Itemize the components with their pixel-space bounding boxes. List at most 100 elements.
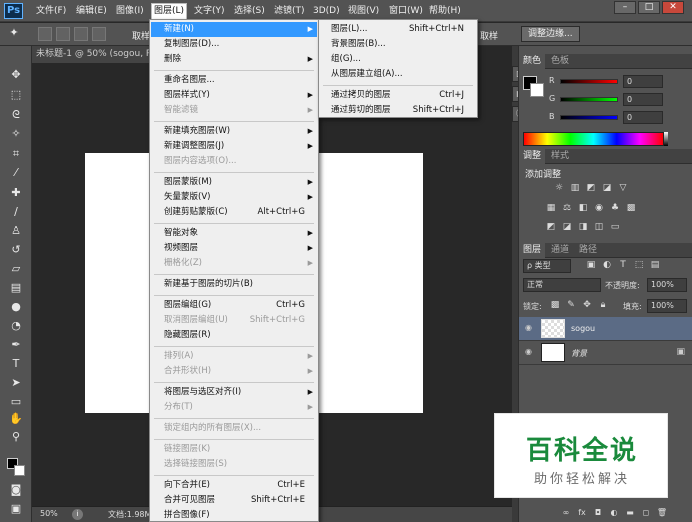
menu-item-smart-filter[interactable]: 智能滤镜 ▶ [151, 103, 317, 118]
menu-image[interactable]: 图像(I) [114, 4, 146, 19]
green-slider[interactable] [560, 97, 618, 102]
type-tool-icon[interactable]: T [8, 357, 24, 371]
tab-swatches[interactable]: 色板 [547, 54, 573, 69]
quick-select-tool-icon[interactable]: ✦ [6, 26, 22, 40]
rectangle-tool-icon[interactable]: ▭ [8, 395, 24, 409]
opacity-input[interactable]: 100% [647, 278, 687, 292]
history-brush-tool-icon[interactable]: ↺ [8, 243, 24, 257]
eye-icon[interactable]: ◉ [525, 347, 535, 357]
gradient-tool-icon[interactable]: ▤ [8, 281, 24, 295]
filter-smart-icon[interactable]: ▤ [649, 260, 661, 271]
menu-item-flatten-image[interactable]: 拼合图像(F) [151, 508, 317, 522]
menu-item-combine-shapes[interactable]: 合并形状(H) ▶ [151, 364, 317, 379]
menu-item-layer-mask[interactable]: 图层蒙版(M) ▶ [151, 175, 317, 190]
menu-edit[interactable]: 编辑(E) [74, 4, 109, 19]
tab-channels[interactable]: 通道 [547, 243, 573, 258]
menu-item-hide-layers[interactable]: 隐藏图层(R) [151, 328, 317, 343]
red-slider[interactable] [560, 79, 618, 84]
zoom-tool-icon[interactable]: ⚲ [8, 430, 24, 444]
menu-item-new-adjustment-layer[interactable]: 新建调整图层(J) ▶ [151, 139, 317, 154]
quick-mask-icon[interactable]: ◙ [8, 483, 24, 497]
menu-item-smart-object[interactable]: 智能对象 ▶ [151, 226, 317, 241]
layer-name[interactable]: 背景 [571, 348, 587, 359]
submenu-item-background-layer[interactable]: 背景图层(B)... [320, 37, 476, 52]
dodge-tool-icon[interactable]: ◔ [8, 319, 24, 333]
menu-item-lock-all-layers-in-group[interactable]: 锁定组内的所有图层(X)... [151, 421, 317, 436]
eyedropper-tool-icon[interactable]: ⁄ [8, 166, 24, 180]
lock-transparent-icon[interactable]: ▩ [549, 300, 561, 311]
background-color-swatch[interactable] [14, 465, 25, 476]
link-layers-icon[interactable]: ∞ [559, 506, 573, 520]
color-lookup-icon[interactable]: ▩ [625, 203, 637, 214]
zoom-level[interactable]: 50% [40, 509, 58, 518]
menu-item-delete[interactable]: 删除 ▶ [151, 52, 317, 67]
menu-item-new[interactable]: 新建(N) ▶ [151, 22, 317, 37]
tab-styles[interactable]: 样式 [547, 149, 573, 164]
blend-mode-select[interactable]: 正常 [523, 278, 601, 292]
menu-item-layer-style[interactable]: 图层样式(Y) ▶ [151, 88, 317, 103]
brush-tool-icon[interactable]: ∕ [8, 205, 24, 219]
minimize-button[interactable]: – [614, 1, 636, 14]
lock-image-icon[interactable]: ✎ [565, 300, 577, 311]
menu-layer[interactable]: 图层(L) [151, 3, 188, 20]
exposure-icon[interactable]: ◪ [601, 183, 613, 194]
photo-filter-icon[interactable]: ◉ [593, 203, 605, 214]
fill-input[interactable]: 100% [647, 299, 687, 313]
restore-button[interactable]: □ [638, 1, 660, 14]
menu-help[interactable]: 帮助(H) [427, 4, 463, 19]
black-white-icon[interactable]: ◧ [577, 203, 589, 214]
menu-item-group-layers[interactable]: 图层编组(G) Ctrl+G [151, 298, 317, 313]
menu-item-video-layer[interactable]: 视频图层 ▶ [151, 241, 317, 256]
menu-type[interactable]: 文字(Y) [192, 4, 227, 19]
tab-adjustments[interactable]: 调整 [519, 149, 546, 164]
color-spectrum[interactable] [523, 132, 664, 146]
menu-item-merge-down[interactable]: 向下合并(E) Ctrl+E [151, 478, 317, 493]
menu-3d[interactable]: 3D(D) [311, 4, 342, 19]
mask-icon[interactable]: ◘ [591, 506, 605, 520]
submenu-item-layer[interactable]: 图层(L)... Shift+Ctrl+N [320, 22, 476, 37]
blue-value-input[interactable]: 0 [623, 111, 663, 124]
magic-wand-tool-icon[interactable]: ✧ [8, 127, 24, 141]
refine-edge-button[interactable]: 调整边缘... [521, 26, 580, 42]
menu-item-vector-mask[interactable]: 矢量蒙版(V) ▶ [151, 190, 317, 205]
invert-icon[interactable]: ◩ [545, 222, 557, 233]
menu-view[interactable]: 视图(V) [346, 4, 381, 19]
screen-mode-icon[interactable]: ▣ [8, 502, 24, 516]
filter-shape-icon[interactable]: ⬚ [633, 260, 645, 271]
pen-tool-icon[interactable]: ✒ [8, 338, 24, 352]
eye-icon[interactable]: ◉ [525, 323, 535, 333]
tab-layers[interactable]: 图层 [519, 243, 546, 258]
menu-item-new-layer-based-slice[interactable]: 新建基于图层的切片(B) [151, 277, 317, 292]
trash-icon[interactable]: 🗑︎ [655, 506, 669, 520]
filter-pixel-icon[interactable]: ▣ [585, 260, 597, 271]
new-layer-icon[interactable]: ◻ [639, 506, 653, 520]
menu-item-new-fill-layer[interactable]: 新建填充图层(W) ▶ [151, 124, 317, 139]
blue-slider[interactable] [560, 115, 618, 120]
path-select-tool-icon[interactable]: ➤ [8, 376, 24, 390]
levels-icon[interactable]: ▥ [569, 183, 581, 194]
move-tool-icon[interactable]: ✥ [8, 68, 24, 82]
layer-row-sogou[interactable]: ◉ sogou [519, 317, 692, 341]
curves-icon[interactable]: ◩ [585, 183, 597, 194]
posterize-icon[interactable]: ◪ [561, 222, 573, 233]
hand-tool-icon[interactable]: ✋ [8, 412, 24, 426]
menu-item-rasterize[interactable]: 栅格化(Z) ▶ [151, 256, 317, 271]
menu-item-ungroup-layers[interactable]: 取消图层编组(U) Shift+Ctrl+G [151, 313, 317, 328]
lasso-tool-icon[interactable]: ᘓ [8, 108, 24, 122]
selective-color-icon[interactable]: ◫ [593, 222, 605, 233]
group-folder-icon[interactable]: ▬ [623, 506, 637, 520]
document-tab[interactable]: 未标题-1 @ 50% (sogou, RG [32, 46, 152, 63]
vibrance-icon[interactable]: ▽ [617, 183, 629, 194]
menu-filter[interactable]: 滤镜(T) [272, 4, 307, 19]
menu-item-merge-visible[interactable]: 合并可见图层 Shift+Ctrl+E [151, 493, 317, 508]
tab-paths[interactable]: 路径 [575, 243, 601, 258]
status-info-icon[interactable]: i [72, 509, 83, 520]
menu-item-rename-layer[interactable]: 重命名图层... [151, 73, 317, 88]
filter-adjust-icon[interactable]: ◐ [601, 260, 613, 271]
marquee-tool-icon[interactable]: ⬚ [8, 88, 24, 102]
submenu-item-layer-via-copy[interactable]: 通过拷贝的图层 Ctrl+J [320, 88, 476, 103]
layer-name[interactable]: sogou [571, 324, 595, 333]
menu-window[interactable]: 窗口(W) [387, 4, 425, 19]
gradient-map-icon[interactable]: ▭ [609, 222, 621, 233]
fx-icon[interactable]: fx [575, 506, 589, 520]
